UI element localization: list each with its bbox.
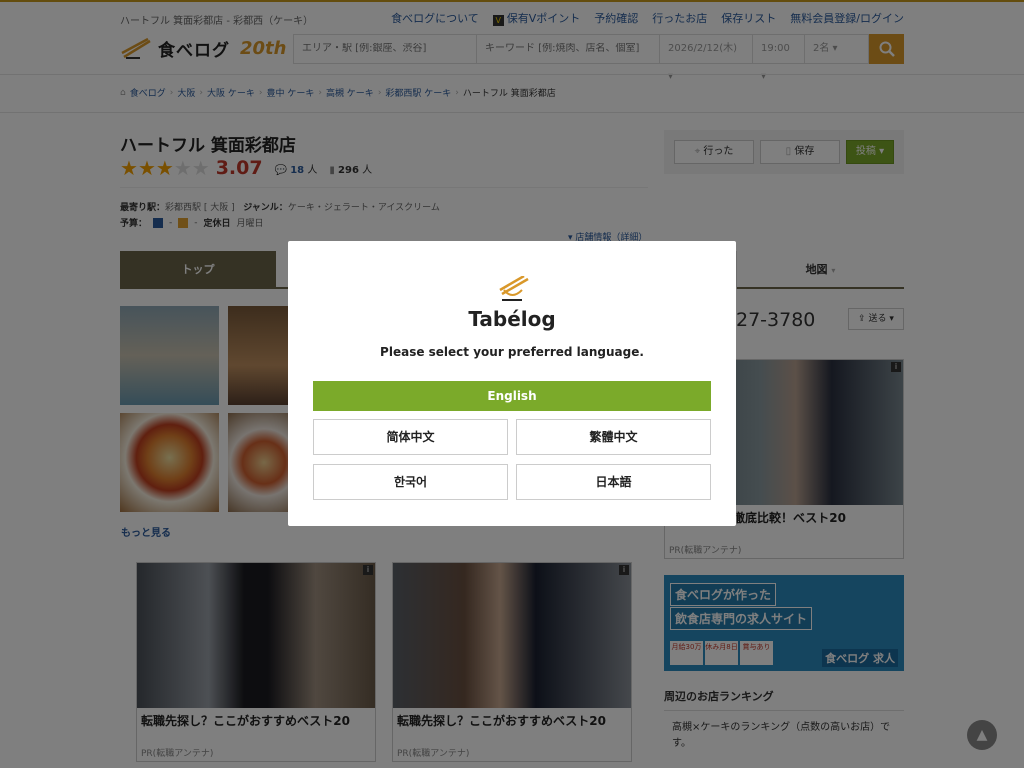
chopsticks-bowl-icon	[499, 274, 529, 301]
modal-logo: Tabélog	[288, 274, 736, 331]
korean-button[interactable]: 한국어	[313, 464, 508, 500]
simplified-chinese-button[interactable]: 简体中文	[313, 419, 508, 455]
traditional-chinese-button[interactable]: 繁體中文	[516, 419, 711, 455]
tabelog-wordmark: Tabélog	[468, 307, 556, 331]
english-button[interactable]: English	[313, 381, 711, 411]
language-prompt: Please select your preferred language.	[380, 345, 644, 359]
language-modal: Tabélog Please select your preferred lan…	[288, 241, 736, 526]
japanese-button[interactable]: 日本語	[516, 464, 711, 500]
